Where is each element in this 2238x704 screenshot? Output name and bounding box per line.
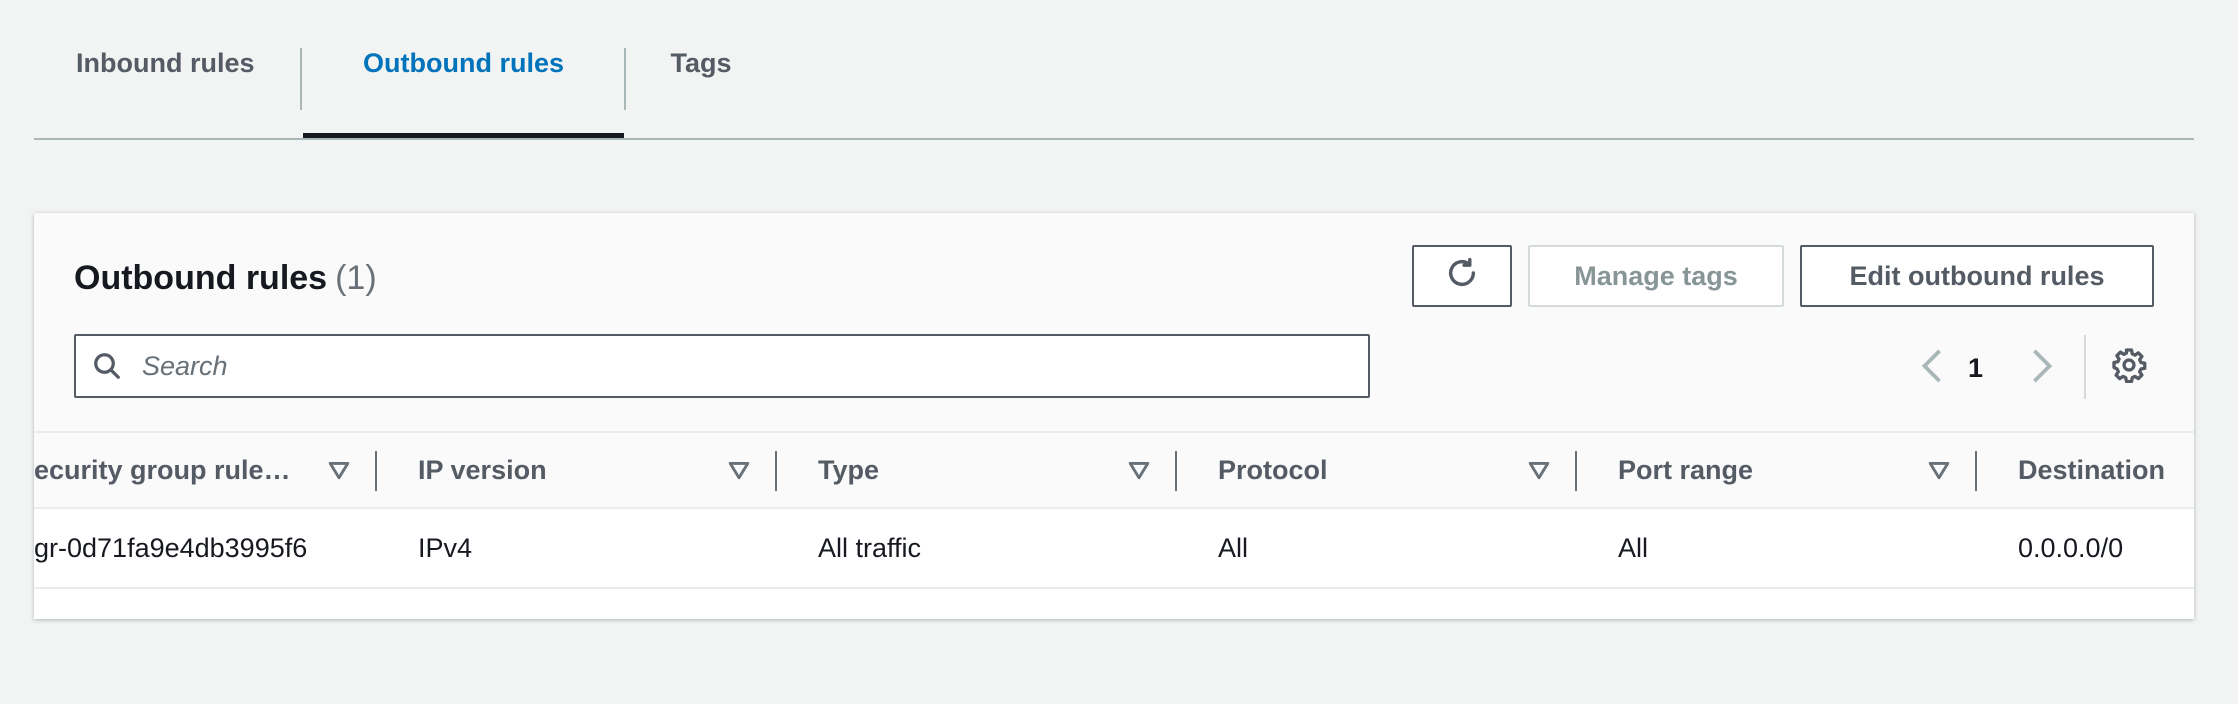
tab-tags[interactable]: Tags xyxy=(626,48,776,136)
cell-ip-version: IPv4 xyxy=(418,532,473,563)
sort-icon[interactable] xyxy=(728,459,750,481)
next-page-button[interactable] xyxy=(2024,343,2060,393)
cell-port-range: All xyxy=(1618,532,1649,563)
column-resize-handle[interactable] xyxy=(1175,451,1177,491)
table-row[interactable]: gr-0d71fa9e4db3995f6 IPv4 All traffic Al… xyxy=(34,509,2194,589)
search-icon xyxy=(92,349,126,383)
outbound-rules-panel: Outbound rules (1) Manage tags Edit outbo… xyxy=(34,213,2194,619)
search-input[interactable] xyxy=(140,349,1324,383)
sort-icon[interactable] xyxy=(1528,459,1550,481)
column-resize-handle[interactable] xyxy=(775,451,777,491)
sort-icon[interactable] xyxy=(1128,459,1150,481)
column-header-security-group-rule-id[interactable]: ecurity group rule… xyxy=(34,433,291,507)
rule-count: (1) xyxy=(335,259,377,297)
sort-icon[interactable] xyxy=(328,459,350,481)
cell-protocol: All xyxy=(1218,532,1249,563)
tab-inbound-rules[interactable]: Inbound rules xyxy=(34,48,300,136)
table-header: ecurity group rule… IP version Type Prot… xyxy=(34,431,2194,509)
preferences-button[interactable] xyxy=(2108,346,2150,388)
column-header-destination[interactable]: Destination xyxy=(2018,433,2165,507)
panel-title: Outbound rules (1) xyxy=(74,259,377,298)
refresh-icon xyxy=(1445,256,1479,297)
column-header-protocol[interactable]: Protocol xyxy=(1218,433,1328,507)
cell-destination: 0.0.0.0/0 xyxy=(2018,532,2124,563)
cell-type: All traffic xyxy=(818,532,922,563)
column-header-port-range[interactable]: Port range xyxy=(1618,433,1753,507)
current-page-number[interactable]: 1 xyxy=(1968,343,1983,393)
gear-icon xyxy=(2111,347,2147,388)
tab-bar: Inbound rules Outbound rules Tags xyxy=(34,0,2194,140)
column-resize-handle[interactable] xyxy=(375,451,377,491)
cell-security-group-rule-id: gr-0d71fa9e4db3995f6 xyxy=(34,532,308,563)
edit-outbound-rules-button[interactable]: Edit outbound rules xyxy=(1800,245,2154,307)
manage-tags-button[interactable]: Manage tags xyxy=(1528,245,1784,307)
panel-title-text: Outbound rules xyxy=(74,259,328,297)
search-field[interactable] xyxy=(74,334,1370,398)
refresh-button[interactable] xyxy=(1412,245,1512,307)
tab-outbound-rules[interactable]: Outbound rules xyxy=(303,48,624,138)
sort-icon[interactable] xyxy=(1928,459,1950,481)
previous-page-button[interactable] xyxy=(1914,343,1950,393)
column-header-ip-version[interactable]: IP version xyxy=(418,433,547,507)
chevron-right-icon xyxy=(2030,349,2054,388)
chevron-left-icon xyxy=(1920,349,1944,388)
table-footer xyxy=(34,589,2194,619)
column-resize-handle[interactable] xyxy=(1975,451,1977,491)
pagination-divider xyxy=(2084,335,2086,399)
tab-separator xyxy=(300,48,302,110)
column-header-type[interactable]: Type xyxy=(818,433,879,507)
column-resize-handle[interactable] xyxy=(1575,451,1577,491)
